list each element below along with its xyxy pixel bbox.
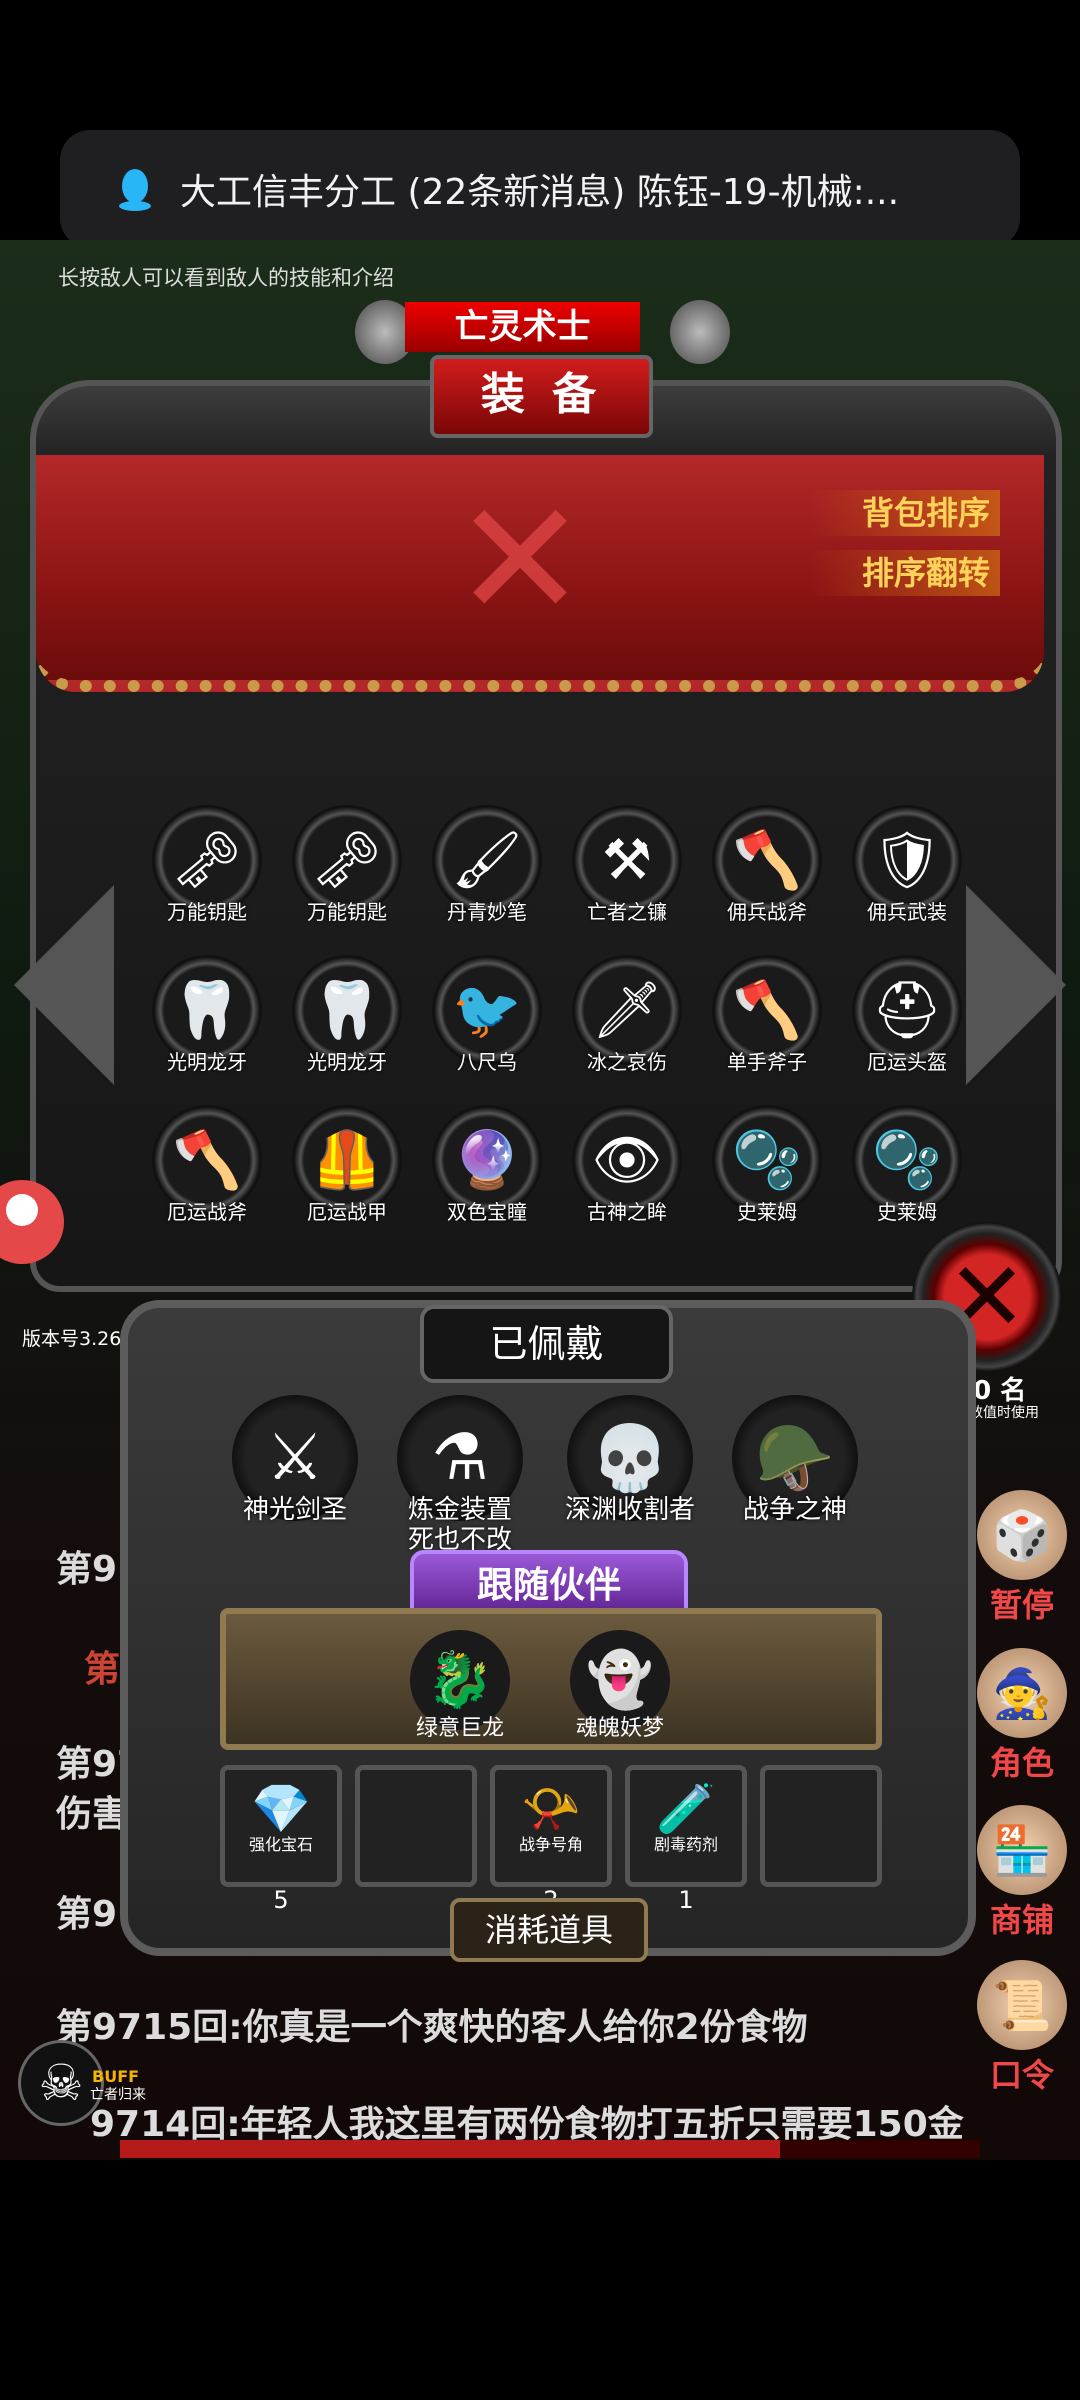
- dice-icon: 🎲: [977, 1490, 1067, 1580]
- item-name: 八尺乌: [457, 1050, 517, 1074]
- hooded-figure-icon: 🧙: [977, 1648, 1067, 1738]
- inventory-item[interactable]: 🦷 光明龙牙: [137, 955, 277, 1075]
- shop-button[interactable]: 🏪 商铺: [972, 1805, 1072, 1941]
- inventory-item[interactable]: 🦺 厄运战甲: [277, 1105, 417, 1225]
- item-name: 古神之眸: [587, 1200, 667, 1224]
- consumable-name: 剧毒药剂: [653, 1835, 718, 1854]
- command-label: 口令: [989, 2056, 1054, 2094]
- item-name: 双色宝瞳: [447, 1200, 527, 1224]
- character-label: 角色: [989, 1744, 1054, 1782]
- hp-bar: [120, 2140, 780, 2158]
- item-name: 佣兵战斧: [727, 900, 807, 924]
- log-line: 第: [84, 1649, 121, 1690]
- consumable-slot[interactable]: 📯 战争号角 2: [490, 1765, 612, 1914]
- inventory-item[interactable]: 🪓 单手斧子: [697, 955, 837, 1075]
- pause-label: 暂停: [989, 1586, 1054, 1624]
- log-line: 第9: [56, 1549, 118, 1590]
- inventory-item[interactable]: 👁 古神之眸: [557, 1105, 697, 1225]
- shop-icon: 🏪: [977, 1805, 1067, 1895]
- horn-icon: 📯: [521, 1781, 581, 1837]
- worn-title: 已佩戴: [420, 1305, 673, 1383]
- notification-text: 大工信丰分工 (22条新消息) 陈钰-19-机械:...: [180, 172, 900, 213]
- consumable-count: 5: [273, 1886, 289, 1914]
- item-name: 佣兵武装: [867, 900, 947, 924]
- skull-ornament-right-icon: [670, 300, 730, 364]
- command-button[interactable]: 📜 口令: [972, 1960, 1072, 2096]
- consumable-name: 战争号角: [518, 1835, 583, 1854]
- consumable-slot[interactable]: 🧪 剧毒药剂 1: [625, 1765, 747, 1914]
- inventory-item[interactable]: 🛡 佣兵武装: [837, 805, 977, 925]
- panel-title: 装 备: [430, 355, 653, 438]
- inventory-item[interactable]: 🪓 佣兵战斧: [697, 805, 837, 925]
- consumables-title: 消耗道具: [450, 1898, 648, 1962]
- item-name: 厄运战斧: [167, 1200, 247, 1224]
- class-name: 亡灵术士: [405, 302, 640, 352]
- item-name: 单手斧子: [727, 1050, 807, 1074]
- hint-text: 长按敌人可以看到敌人的技能和介绍: [58, 266, 394, 290]
- item-name: 光明龙牙: [167, 1050, 247, 1074]
- inventory-item[interactable]: 🖌 丹青妙笔: [417, 805, 557, 925]
- item-name: 光明龙牙: [307, 1050, 387, 1074]
- worn-item-name: 神光剑圣: [242, 1495, 347, 1525]
- inventory-item[interactable]: 🔮 双色宝瞳: [417, 1105, 557, 1225]
- inventory-item[interactable]: 🐦 八尺乌: [417, 955, 557, 1075]
- inventory-item[interactable]: ⛑ 厄运头盔: [837, 955, 977, 1075]
- worn-item-name: 战争之神: [742, 1495, 847, 1525]
- scroll-icon: 📜: [977, 1960, 1067, 2050]
- sort-reverse-button[interactable]: 排序翻转: [810, 550, 1000, 596]
- item-name: 万能钥匙: [167, 900, 247, 924]
- worn-item[interactable]: 🪖 战争之神: [725, 1395, 865, 1525]
- consumable-name: 强化宝石: [248, 1835, 313, 1854]
- crossed-swords-icon: ✕: [452, 466, 588, 653]
- gem-icon: 💎: [251, 1781, 311, 1837]
- item-name: 亡者之镰: [587, 900, 667, 924]
- item-name: 厄运头盔: [867, 1050, 947, 1074]
- inventory-item[interactable]: 🗡 冰之哀伤: [557, 955, 697, 1075]
- follower-item[interactable]: 👻 魂魄妖梦: [560, 1630, 680, 1742]
- follower-name: 魂魄妖梦: [575, 1716, 664, 1741]
- item-name: 史莱姆: [737, 1200, 797, 1224]
- shop-label: 商铺: [989, 1901, 1054, 1939]
- notification-banner[interactable]: 大工信丰分工 (22条新消息) 陈钰-19-机械:...: [60, 130, 1020, 248]
- inventory-item[interactable]: ⚒ 亡者之镰: [557, 805, 697, 925]
- worn-item-name: 深渊收割者: [564, 1495, 695, 1525]
- next-page-arrow-icon[interactable]: [966, 885, 1066, 1085]
- worn-item[interactable]: 💀 深渊收割者: [560, 1395, 700, 1525]
- inventory-item[interactable]: 🗝 万能钥匙: [137, 805, 277, 925]
- log-line: 第9: [56, 1894, 118, 1935]
- potion-icon: 🧪: [656, 1781, 716, 1837]
- pause-button[interactable]: 🎲 暂停: [972, 1490, 1072, 1626]
- log-line: 第9715回:你真是一个爽快的客人给你2份食物: [56, 2007, 808, 2048]
- follower-box: [220, 1608, 882, 1750]
- item-name: 万能钥匙: [307, 900, 387, 924]
- item-name: 史莱姆: [877, 1200, 937, 1224]
- character-button[interactable]: 🧙 角色: [972, 1648, 1072, 1784]
- follower-name: 绿意巨龙: [415, 1716, 504, 1741]
- sort-bag-button[interactable]: 背包排序: [810, 490, 1000, 536]
- consumable-slot[interactable]: 💎 强化宝石 5: [220, 1765, 342, 1914]
- inventory-item[interactable]: 🫧 史莱姆: [697, 1105, 837, 1225]
- qq-icon: [119, 169, 151, 211]
- consumable-slot-empty[interactable]: [355, 1765, 477, 1887]
- worn-item[interactable]: ⚔ 神光剑圣: [225, 1395, 365, 1525]
- worn-item-name: 炼金装置 死也不改: [407, 1495, 512, 1555]
- prev-page-arrow-icon[interactable]: [14, 885, 114, 1085]
- item-name: 厄运战甲: [307, 1200, 387, 1224]
- inventory-grid: 🗝 万能钥匙 🗝 万能钥匙 🖌 丹青妙笔 ⚒ 亡者之镰 🪓 佣兵战斧 🛡 佣兵武装 🦷 光明龙牙 🦷 光明龙牙…: [137, 805, 977, 1225]
- worn-item[interactable]: ⚗ 炼金装置 死也不改: [390, 1395, 530, 1555]
- inventory-item[interactable]: 🗝 万能钥匙: [277, 805, 417, 925]
- hp-bar-empty: [780, 2140, 980, 2158]
- inventory-item[interactable]: 🫧 史莱姆: [837, 1105, 977, 1225]
- item-name: 冰之哀伤: [587, 1050, 667, 1074]
- inventory-item[interactable]: 🪓 厄运战斧: [137, 1105, 277, 1225]
- inventory-item[interactable]: 🦷 光明龙牙: [277, 955, 417, 1075]
- item-name: 丹青妙笔: [447, 900, 527, 924]
- buff-sub: 亡者归来: [90, 2087, 146, 2103]
- log-line: 伤害: [56, 1794, 129, 1835]
- follower-item[interactable]: 🐉 绿意巨龙: [400, 1630, 520, 1742]
- version-label: 版本号3.26: [22, 1328, 122, 1350]
- consumable-slot-empty[interactable]: [760, 1765, 882, 1887]
